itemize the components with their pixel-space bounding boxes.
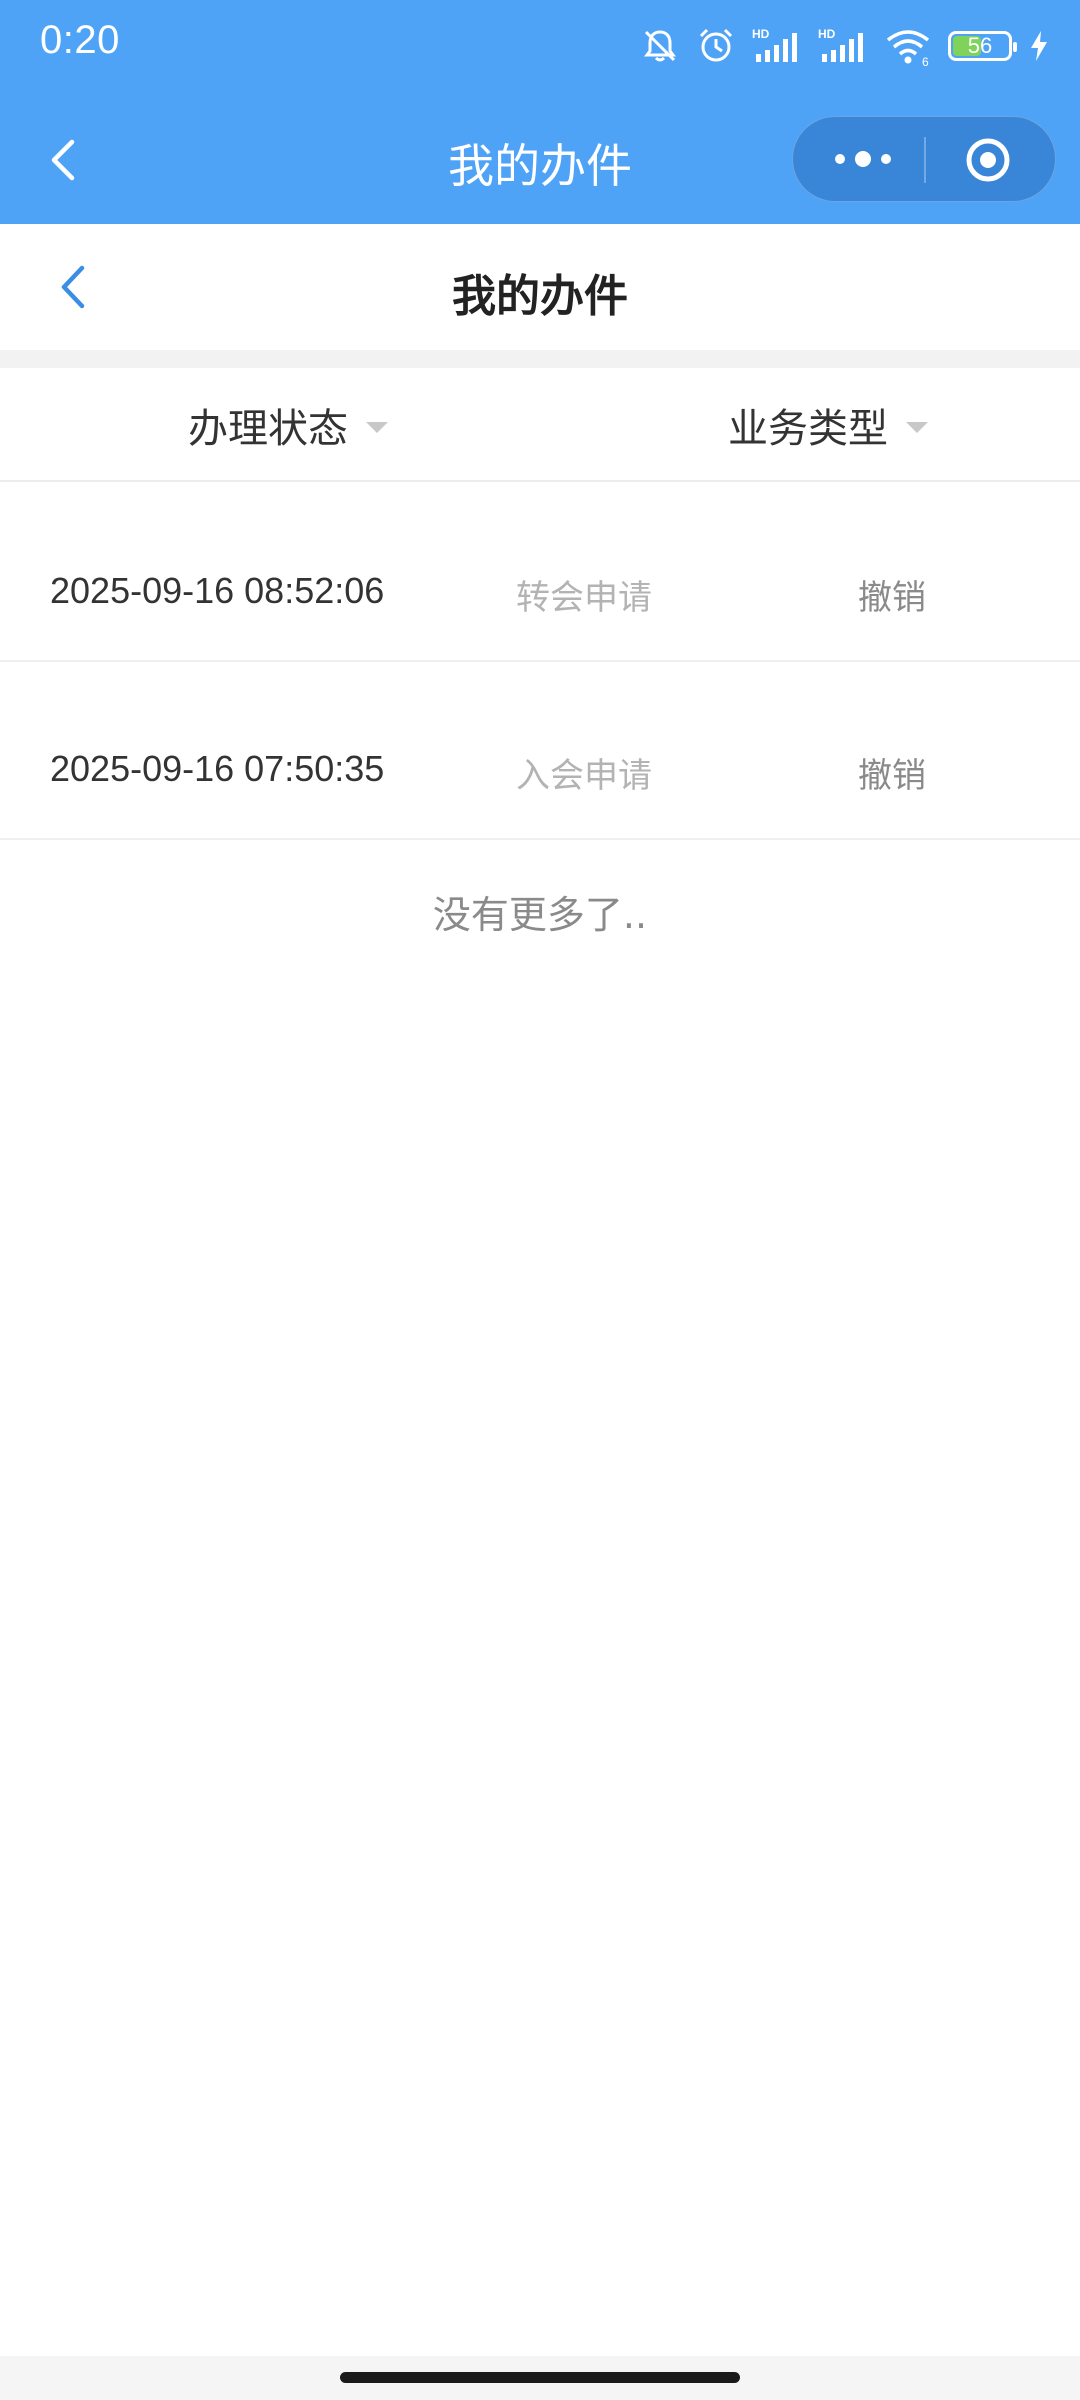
- signal-hd-icon: HD: [818, 27, 863, 62]
- svg-text:HD: HD: [818, 27, 836, 41]
- filter-bar: 办理状态 业务类型: [0, 368, 1080, 482]
- section-divider: [0, 350, 1080, 368]
- caret-down-icon: [906, 421, 928, 433]
- more-options-icon[interactable]: [823, 137, 903, 181]
- filter-status-dropdown[interactable]: 办理状态: [188, 398, 388, 452]
- filter-type-label: 业务类型: [728, 406, 888, 452]
- page-nav-bar: 我的办件: [0, 224, 1080, 350]
- list-item[interactable]: 2025-09-16 07:50:35 入会申请 撤销: [0, 662, 1080, 840]
- status-time: 0:20: [40, 18, 120, 62]
- record-time: 2025-09-16 08:52:06: [50, 570, 385, 611]
- capsule-divider: [924, 137, 926, 183]
- record-type: 转会申请: [516, 578, 652, 618]
- filter-status-label: 办理状态: [188, 406, 348, 452]
- record-status: 撤销: [858, 578, 926, 618]
- svg-text:6: 6: [922, 55, 929, 66]
- home-indicator[interactable]: [340, 2372, 740, 2383]
- charging-icon: [1031, 31, 1047, 61]
- battery-icon: 56: [948, 31, 1017, 61]
- record-status: 撤销: [858, 756, 926, 796]
- wifi-icon: 6: [886, 30, 930, 66]
- alarm-icon: [699, 28, 733, 62]
- gesture-bar: [0, 2356, 1080, 2400]
- page-title: 我的办件: [452, 271, 628, 322]
- record-type: 入会申请: [516, 756, 652, 796]
- bell-muted-icon: [644, 30, 676, 62]
- no-more-text: 没有更多了..: [432, 893, 648, 937]
- close-mini-program-icon[interactable]: [965, 137, 1011, 183]
- record-time: 2025-09-16 07:50:35: [50, 748, 385, 789]
- svg-text:HD: HD: [752, 27, 770, 41]
- status-icons: HD HD 6 56: [640, 22, 1050, 70]
- records-list: 2025-09-16 08:52:06 转会申请 撤销 2025-09-16 0…: [0, 484, 1080, 840]
- list-item[interactable]: 2025-09-16 08:52:06 转会申请 撤销: [0, 484, 1080, 662]
- status-bar: 0:20 HD HD 6 56: [0, 0, 1080, 96]
- filter-type-dropdown[interactable]: 业务类型: [728, 398, 928, 452]
- mini-program-header: 我的办件: [0, 96, 1080, 224]
- battery-text: 56: [967, 33, 993, 58]
- caret-down-icon: [366, 421, 388, 433]
- mini-program-capsule: [792, 116, 1056, 202]
- signal-hd-icon: HD: [752, 27, 797, 62]
